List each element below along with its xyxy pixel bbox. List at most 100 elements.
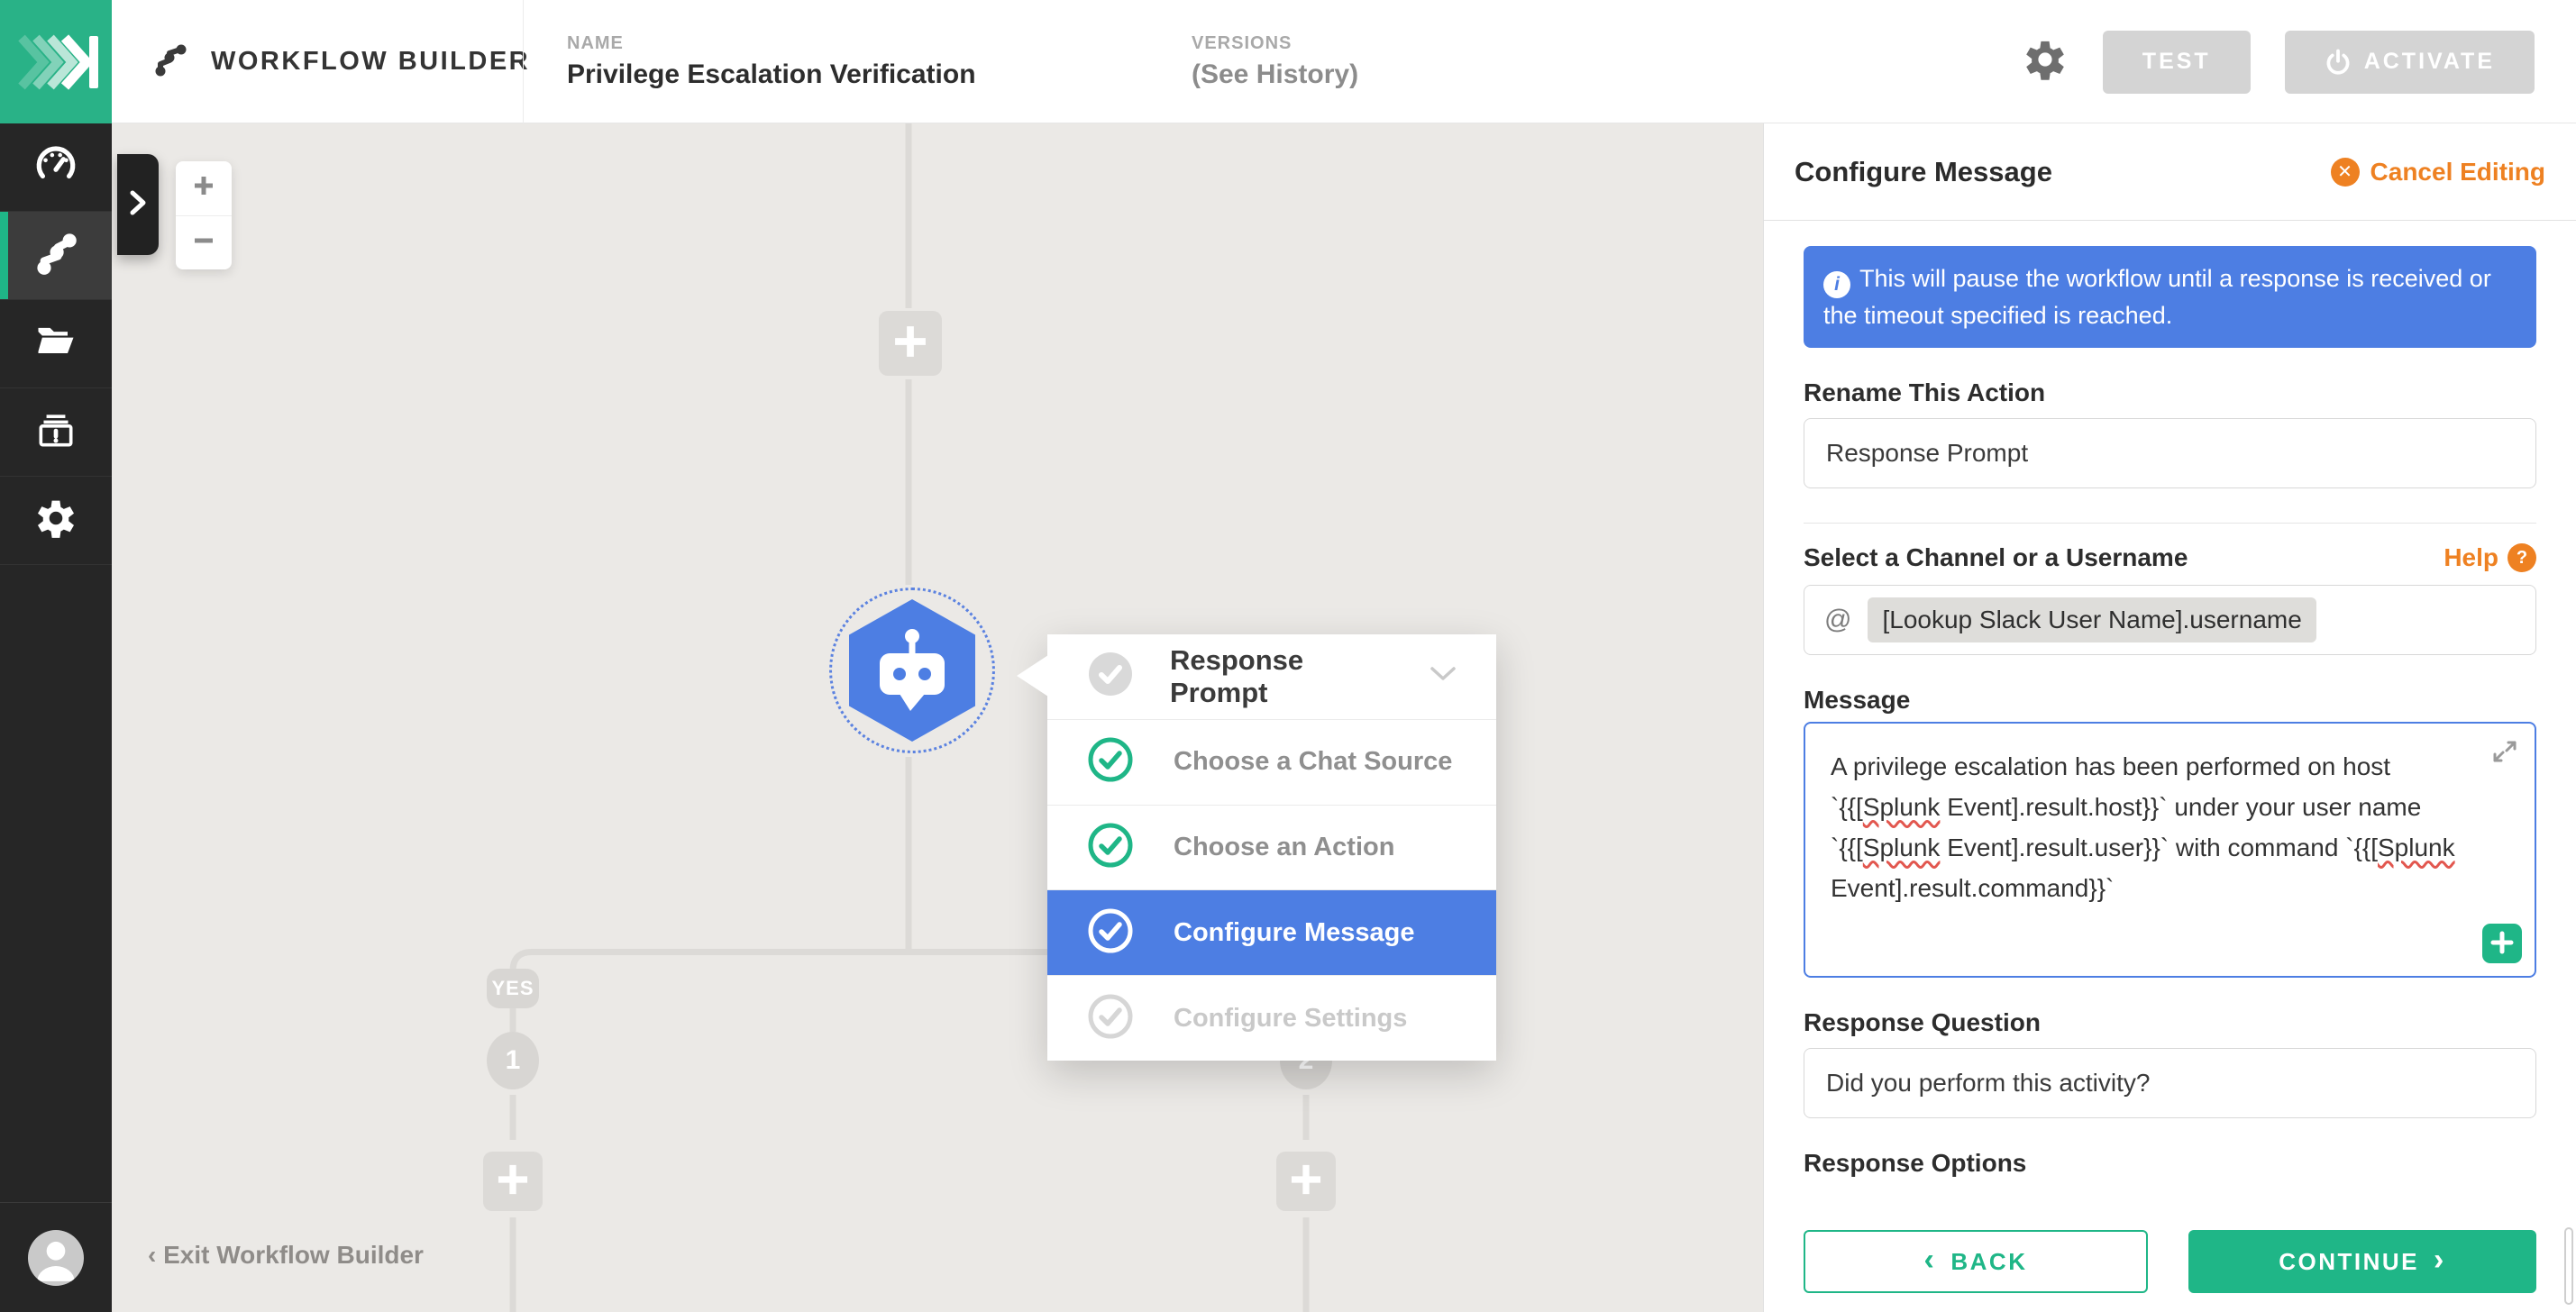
brand-logo[interactable]: [0, 0, 112, 123]
panel-title: Configure Message: [1795, 156, 2052, 188]
sidebar-item-jobs[interactable]: [0, 388, 112, 477]
section-divider: [1804, 523, 2536, 524]
workflow-canvas[interactable]: YES 1 2: [112, 123, 1763, 1312]
workflow-icon: [32, 230, 79, 281]
cancel-x-icon: ✕: [2331, 158, 2360, 187]
message-text: A privilege escalation has been performe…: [1831, 752, 2455, 901]
info-icon: i: [1823, 271, 1850, 298]
power-icon: [2325, 49, 2352, 76]
activate-button-label: ACTIVATE: [2364, 49, 2495, 75]
sidebar-item-plugins[interactable]: [0, 300, 112, 388]
add-step-button-top[interactable]: [879, 311, 942, 376]
canvas-zoom-controls: [176, 161, 232, 269]
chevron-right-icon: ›: [2434, 1244, 2446, 1275]
pause-info-banner: iThis will pause the workflow until a re…: [1804, 246, 2536, 348]
channel-token-pill[interactable]: [Lookup Slack User Name].username: [1868, 597, 2316, 642]
workflow-name-field: NAME Privilege Escalation Verification: [567, 0, 976, 123]
plus-icon: [1289, 1162, 1323, 1201]
settings-gear-icon[interactable]: [2022, 36, 2069, 87]
chevron-left-icon: ‹: [1924, 1244, 1937, 1275]
step-item-configure-settings[interactable]: Configure Settings: [1047, 976, 1496, 1061]
step-active-icon: [1087, 907, 1134, 959]
step-item-choose-chat-source[interactable]: Choose a Chat Source: [1047, 720, 1496, 806]
step-item-label: Choose an Action: [1174, 833, 1394, 862]
brand-chevrons-icon: [0, 0, 112, 123]
add-variable-button[interactable]: [2482, 924, 2522, 963]
chatbot-hexagon-icon[interactable]: [849, 599, 975, 742]
message-textarea[interactable]: A privilege escalation has been performe…: [1804, 722, 2536, 978]
help-link[interactable]: Help ?: [2444, 543, 2536, 572]
step-item-label: Configure Message: [1174, 918, 1415, 948]
sidebar-item-workflows[interactable]: [0, 212, 112, 300]
sidebar-expand-tab[interactable]: [117, 154, 159, 255]
plus-icon: [496, 1162, 530, 1201]
response-question-input[interactable]: [1804, 1048, 2536, 1118]
workflow-builder-icon: [155, 42, 187, 81]
minus-icon: [192, 229, 215, 257]
back-button[interactable]: ‹ BACK: [1804, 1230, 2148, 1293]
step-done-icon: [1087, 736, 1134, 788]
top-bar: WORKFLOW BUILDER NAME Privilege Escalati…: [0, 0, 2576, 123]
channel-username-label: Select a Channel or a Username: [1804, 543, 2188, 572]
sidebar-account[interactable]: [0, 1202, 112, 1312]
plus-icon: [2490, 931, 2514, 957]
workflow-builder-app: WORKFLOW BUILDER NAME Privilege Escalati…: [0, 0, 2576, 1312]
cancel-editing-link[interactable]: ✕ Cancel Editing: [2331, 158, 2545, 187]
name-label: NAME: [567, 33, 976, 54]
back-button-label: BACK: [1950, 1248, 2027, 1276]
branch-label-yes: YES: [487, 969, 539, 1008]
step-menu-popup: Response Prompt Choose a Chat Source: [1047, 634, 1496, 1061]
panel-header: Configure Message ✕ Cancel Editing: [1764, 123, 2576, 221]
rename-action-label: Rename This Action: [1804, 378, 2536, 407]
plus-icon: [192, 174, 215, 202]
banner-text: This will pause the workflow until a res…: [1823, 265, 2491, 329]
step-menu-title: Response Prompt: [1170, 644, 1393, 709]
at-sign: @: [1824, 605, 1851, 635]
zoom-out-button[interactable]: [176, 216, 232, 270]
step-done-icon: [1087, 822, 1134, 873]
test-button-label: TEST: [2142, 49, 2211, 75]
versions-label: VERSIONS: [1192, 33, 1358, 54]
configure-message-panel: Configure Message ✕ Cancel Editing iThis…: [1763, 123, 2576, 1312]
see-history-link[interactable]: (See History): [1192, 59, 1358, 90]
app-title: WORKFLOW BUILDER: [211, 47, 530, 77]
chevron-right-icon: [128, 189, 148, 221]
user-avatar[interactable]: [28, 1230, 84, 1286]
help-label: Help: [2444, 543, 2498, 572]
response-question-label: Response Question: [1804, 1008, 2536, 1037]
step-item-label: Choose a Chat Source: [1174, 747, 1452, 777]
step-menu-header[interactable]: Response Prompt: [1047, 634, 1496, 720]
workflow-name: Privilege Escalation Verification: [567, 59, 976, 90]
sidebar-item-dashboard[interactable]: [0, 123, 112, 212]
response-options-label: Response Options: [1804, 1149, 2536, 1178]
add-step-button-no-branch[interactable]: [1276, 1152, 1336, 1211]
plus-icon: [892, 323, 928, 364]
test-button[interactable]: TEST: [2103, 31, 2251, 94]
add-step-button-yes-branch[interactable]: [483, 1152, 543, 1211]
chevron-down-icon[interactable]: [1430, 666, 1457, 687]
rename-action-input[interactable]: [1804, 418, 2536, 488]
branch-node-1[interactable]: 1: [487, 1032, 539, 1089]
folder-icon: [32, 318, 79, 369]
step-item-label: Configure Settings: [1174, 1004, 1407, 1034]
sidebar: [0, 123, 112, 1312]
sidebar-item-settings[interactable]: [0, 477, 112, 565]
message-label: Message: [1804, 686, 2536, 715]
activate-button[interactable]: ACTIVATE: [2285, 31, 2535, 94]
popup-pointer: [1017, 655, 1048, 697]
step-item-choose-an-action[interactable]: Choose an Action: [1047, 806, 1496, 891]
topbar-divider: [523, 0, 524, 123]
gauge-icon: [33, 142, 78, 192]
continue-button[interactable]: CONTINUE ›: [2188, 1230, 2536, 1293]
response-prompt-node[interactable]: [829, 588, 995, 753]
step-item-configure-message[interactable]: Configure Message: [1047, 890, 1496, 976]
continue-button-label: CONTINUE: [2279, 1248, 2419, 1276]
step-check-icon: [1087, 651, 1134, 702]
expand-icon[interactable]: [2489, 736, 2520, 779]
zoom-in-button[interactable]: [176, 161, 232, 216]
panel-body: iThis will pause the workflow until a re…: [1764, 246, 2576, 1293]
panel-scrollbar-thumb[interactable]: [2564, 1227, 2573, 1305]
channel-username-input[interactable]: @ [Lookup Slack User Name].username: [1804, 585, 2536, 655]
exit-workflow-builder-link[interactable]: ‹ Exit Workflow Builder: [148, 1241, 424, 1270]
cancel-editing-label: Cancel Editing: [2370, 158, 2545, 187]
